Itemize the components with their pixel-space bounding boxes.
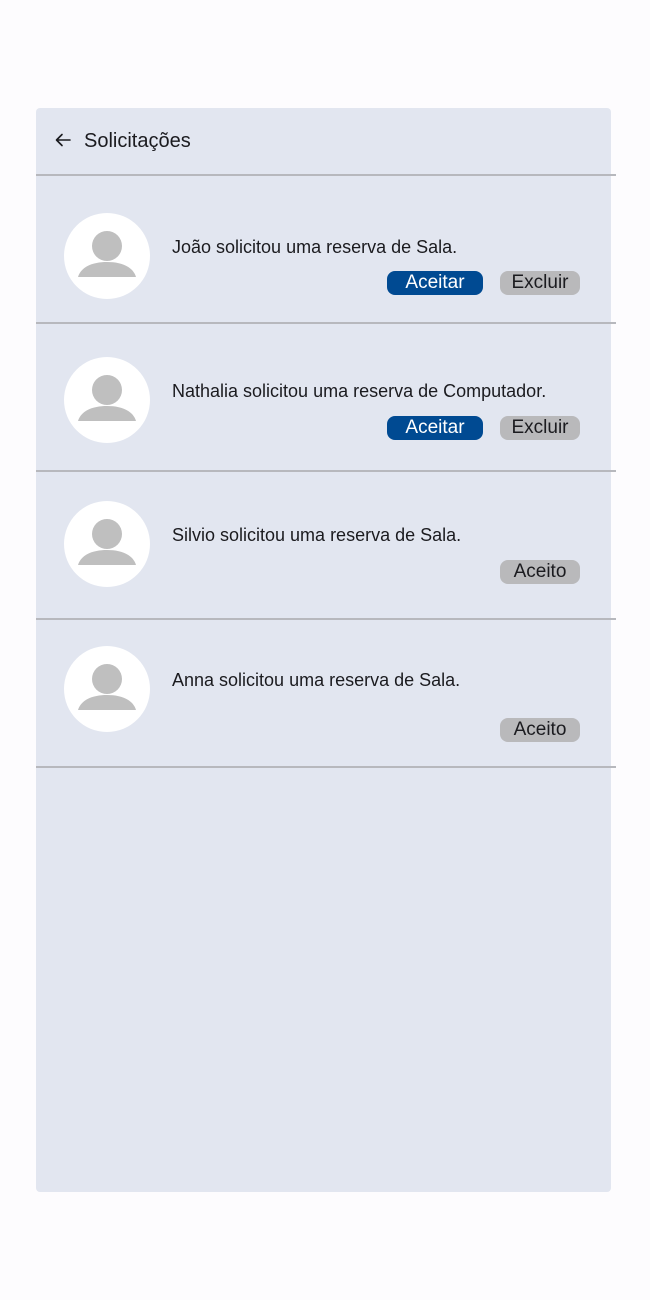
request-item: João solicitou uma reserva de Sala. Acei… xyxy=(36,176,616,324)
request-item: Nathalia solicitou uma reserva de Comput… xyxy=(36,324,616,472)
delete-button[interactable]: Excluir xyxy=(500,271,580,295)
page-title: Solicitações xyxy=(84,130,191,152)
status-badge: Aceito xyxy=(500,718,580,742)
delete-button[interactable]: Excluir xyxy=(500,416,580,440)
avatar xyxy=(64,213,150,299)
header: Solicitações xyxy=(36,108,616,176)
user-placeholder-icon xyxy=(78,664,136,710)
request-message: Anna solicitou uma reserva de Sala. xyxy=(172,670,461,690)
status-badge: Aceito xyxy=(500,560,580,584)
request-message: Nathalia solicitou uma reserva de Comput… xyxy=(172,381,547,401)
requests-panel: Solicitações João solicitou uma reserva … xyxy=(36,108,616,1192)
avatar xyxy=(64,646,150,732)
user-placeholder-icon xyxy=(78,519,136,565)
back-arrow-icon[interactable] xyxy=(53,130,73,150)
accept-button[interactable]: Aceitar xyxy=(387,271,483,295)
request-item: Anna solicitou uma reserva de Sala. Acei… xyxy=(36,620,616,768)
request-message: Silvio solicitou uma reserva de Sala. xyxy=(172,525,462,545)
request-item: Silvio solicitou uma reserva de Sala. Ac… xyxy=(36,472,616,620)
user-placeholder-icon xyxy=(78,375,136,421)
request-message: João solicitou uma reserva de Sala. xyxy=(172,237,458,257)
user-placeholder-icon xyxy=(78,231,136,277)
accept-button[interactable]: Aceitar xyxy=(387,416,483,440)
avatar xyxy=(64,357,150,443)
avatar xyxy=(64,501,150,587)
